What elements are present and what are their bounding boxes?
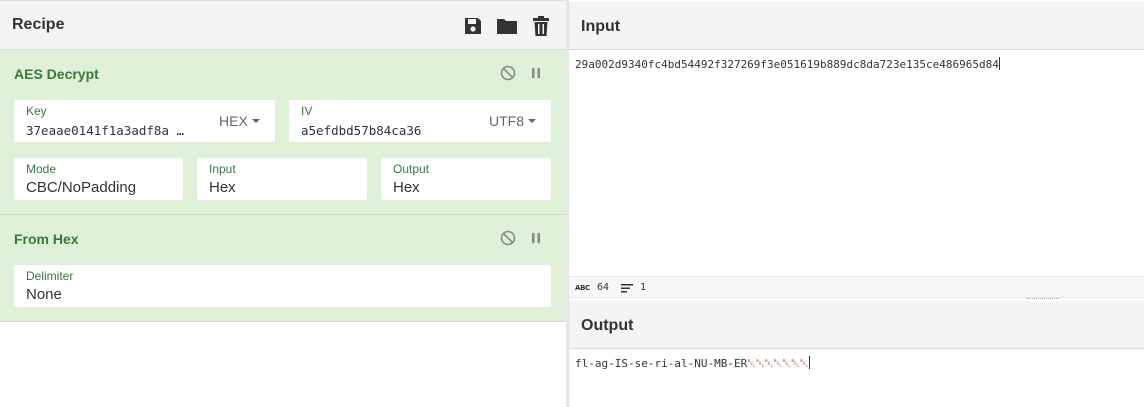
pause-icon[interactable] <box>527 229 545 247</box>
output-text: fl-ag-IS-se-ri-al-NU-MB-ER <box>575 357 748 370</box>
output-invalid-chars: ␇␇␇␇␇␇␇ <box>747 357 809 370</box>
key-input[interactable]: 37eaae0141f1a3adf8a … <box>26 123 201 138</box>
lines-stat: 1 <box>621 282 646 293</box>
output-textarea[interactable]: fl-ag-IS-se-ri-al-NU-MB-ER␇␇␇␇␇␇␇ <box>575 356 810 371</box>
delimiter-select[interactable]: None <box>26 286 62 303</box>
operation-title: AES Decrypt <box>14 66 99 82</box>
length-value: 64 <box>597 282 610 293</box>
input-textarea[interactable]: 29a002d9340fc4bd54492f327269f3e051619b88… <box>575 57 1000 71</box>
length-stat: ABC 64 <box>575 282 609 293</box>
input-header: Input <box>569 2 1144 50</box>
key-format-label: HEX <box>219 113 248 129</box>
mode-field[interactable]: Mode CBC/NoPadding <box>14 158 183 200</box>
iv-label: IV <box>301 104 313 118</box>
output-header: Output <box>569 301 1144 349</box>
pause-icon[interactable] <box>527 64 545 82</box>
input-format-field[interactable]: Input Hex <box>197 158 367 200</box>
input-status-bar: ABC 64 1 <box>569 276 1144 298</box>
disable-icon[interactable] <box>499 229 517 247</box>
key-format-dropdown[interactable]: HEX <box>219 113 260 129</box>
iv-format-dropdown[interactable]: UTF8 <box>489 113 536 129</box>
key-field[interactable]: Key 37eaae0141f1a3adf8a … HEX <box>14 100 275 142</box>
iv-format-label: UTF8 <box>489 113 524 129</box>
cyberchef-app: Recipe AES Decrypt Key 37eaae0141f1a3adf… <box>0 0 1144 407</box>
disable-icon[interactable] <box>499 64 517 82</box>
input-text: 29a002d9340fc4bd54492f327269f3e051619b88… <box>575 58 999 71</box>
trash-icon[interactable] <box>530 15 552 37</box>
chevron-down-icon <box>528 119 536 123</box>
iv-field[interactable]: IV a5efdbd57b84ca36 UTF8 <box>289 100 551 142</box>
output-format-label: Output <box>393 162 430 176</box>
abc-icon: ABC <box>575 283 590 292</box>
key-label: Key <box>26 104 47 118</box>
text-cursor <box>998 57 1000 70</box>
output-format-field[interactable]: Output Hex <box>381 158 551 200</box>
mode-select[interactable]: CBC/NoPadding <box>26 179 136 196</box>
save-icon[interactable] <box>462 15 484 37</box>
operation-from-hex: From Hex Delimiter None <box>0 215 566 322</box>
delimiter-field[interactable]: Delimiter None <box>14 265 551 307</box>
recipe-title: Recipe <box>12 16 65 33</box>
operation-aes-decrypt: AES Decrypt Key 37eaae0141f1a3adf8a … HE… <box>0 50 566 215</box>
iv-input[interactable]: a5efdbd57b84ca36 <box>301 123 421 138</box>
io-pane: Input 29a002d9340fc4bd54492f327269f3e051… <box>569 0 1144 407</box>
mode-label: Mode <box>26 162 57 176</box>
recipe-toolbar <box>462 15 552 37</box>
lines-value: 1 <box>640 282 647 293</box>
input-format-select[interactable]: Hex <box>209 179 236 196</box>
input-title: Input <box>581 18 621 35</box>
text-cursor <box>808 356 810 369</box>
chevron-down-icon <box>251 119 260 123</box>
resize-handle[interactable] <box>1027 298 1059 300</box>
delimiter-label: Delimiter <box>26 269 74 283</box>
input-format-label: Input <box>209 162 236 176</box>
recipe-header: Recipe <box>0 0 566 50</box>
output-format-select[interactable]: Hex <box>393 179 420 196</box>
recipe-pane: Recipe AES Decrypt Key 37eaae0141f1a3adf… <box>0 0 566 407</box>
folder-icon[interactable] <box>496 15 518 37</box>
lines-icon <box>621 283 633 292</box>
operation-title: From Hex <box>14 231 79 247</box>
output-title: Output <box>581 317 634 334</box>
